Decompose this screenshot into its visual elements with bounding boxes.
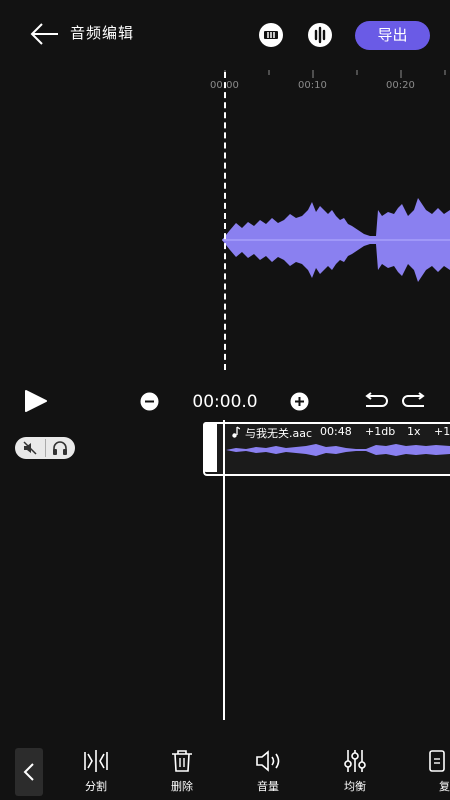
zoom-in-icon[interactable] (290, 392, 309, 411)
undo-icon[interactable] (362, 392, 388, 410)
clip-waveform (226, 444, 450, 456)
clip-trim-handle[interactable] (203, 422, 217, 472)
back-arrow-icon[interactable] (28, 20, 62, 48)
ruler-tick-label: 00:10 (298, 80, 327, 91)
divider (45, 439, 46, 457)
audio-track-icon[interactable] (258, 22, 284, 48)
clip-speed: 1x (407, 425, 421, 438)
tool-label: 均衡 (344, 780, 366, 793)
main-waveform (222, 198, 450, 282)
delete-icon (172, 750, 192, 772)
split-icon (84, 750, 108, 772)
copy-icon (429, 750, 445, 772)
tool-label: 删除 (171, 780, 193, 793)
clip-filename: 与我无关.aac (245, 427, 313, 440)
voice-wave-icon[interactable] (307, 22, 333, 48)
playhead-marker (224, 72, 226, 370)
timeline-playhead (223, 420, 225, 720)
tool-label: 分割 (85, 780, 107, 793)
tool-volume[interactable]: 音量 (238, 748, 298, 796)
current-time: 00:00.0 (192, 392, 258, 412)
clip-extra: +1 (434, 425, 450, 438)
tool-delete[interactable]: 删除 (152, 748, 212, 796)
music-note-icon (232, 426, 240, 438)
ruler-tick-label: 00:20 (386, 80, 415, 91)
tool-copy[interactable]: 复 (410, 748, 450, 796)
clip-duration: 00:48 (320, 425, 352, 438)
chevron-left-icon (23, 763, 34, 781)
tool-split[interactable]: 分割 (66, 748, 126, 796)
headphone-icon[interactable] (52, 440, 68, 456)
tool-label: 音量 (257, 780, 279, 793)
export-button[interactable]: 导出 (355, 21, 430, 50)
tool-equalizer[interactable]: 均衡 (325, 748, 385, 796)
volume-icon (256, 750, 280, 772)
clip-gain: +1db (365, 425, 396, 438)
equalizer-icon (344, 750, 366, 772)
play-icon[interactable] (24, 390, 48, 412)
collapse-toolbar-button[interactable] (15, 748, 43, 796)
tool-label: 复 (439, 780, 450, 793)
page-title: 音频编辑 (70, 24, 135, 42)
zoom-out-icon[interactable] (140, 392, 159, 411)
track-toggle-group (15, 437, 75, 459)
mute-icon[interactable] (23, 441, 37, 455)
redo-icon[interactable] (402, 392, 428, 410)
